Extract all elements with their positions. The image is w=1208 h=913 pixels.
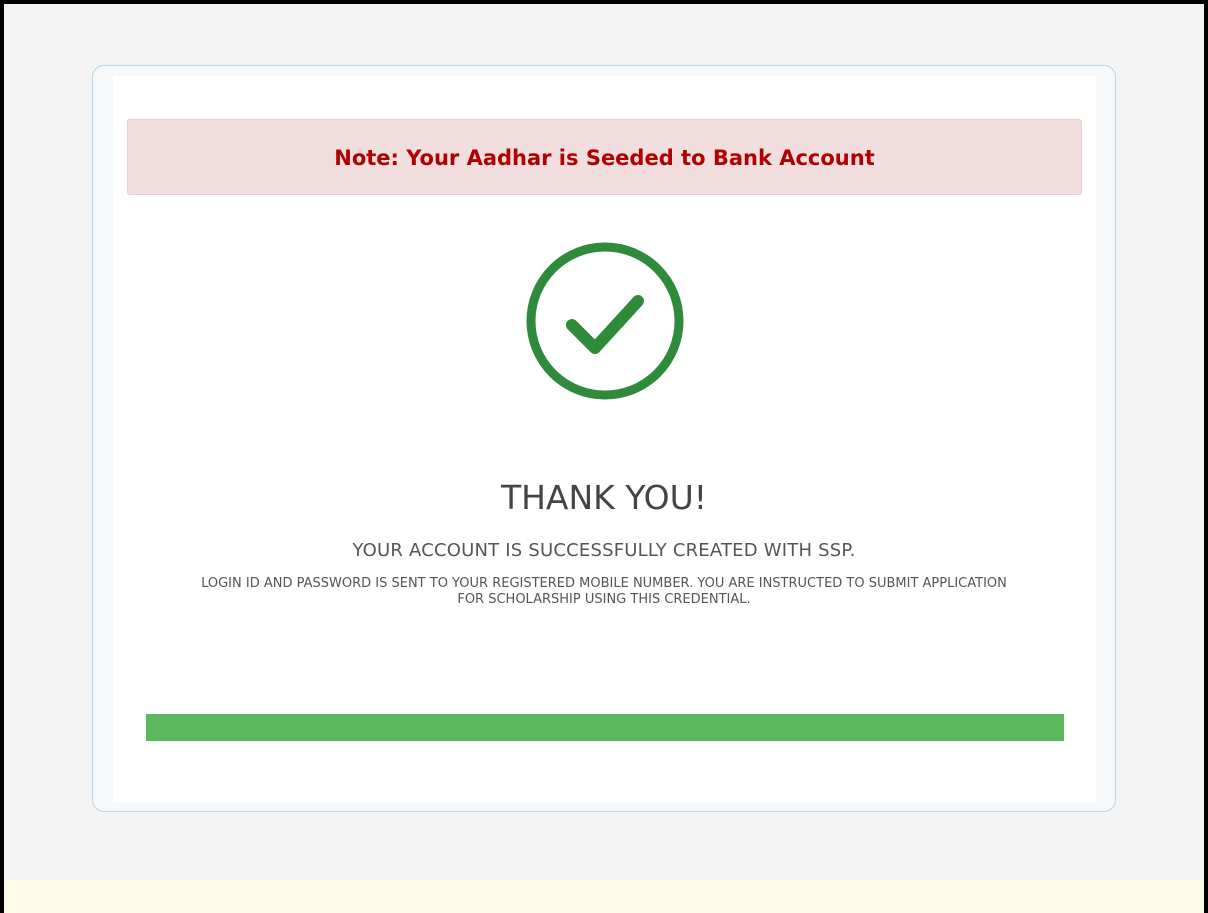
credential-instructions: LOGIN ID AND PASSWORD IS SENT TO YOUR RE… — [201, 576, 1007, 607]
aadhar-note-text: Note: Your Aadhar is Seeded to Bank Acco… — [334, 146, 875, 170]
success-card: Note: Your Aadhar is Seeded to Bank Acco… — [92, 65, 1116, 812]
aadhar-note-alert: Note: Your Aadhar is Seeded to Bank Acco… — [127, 119, 1082, 195]
account-created-message: YOUR ACCOUNT IS SUCCESSFULLY CREATED WIT… — [352, 540, 856, 561]
check-circle-icon — [525, 241, 685, 401]
progress-bar — [146, 714, 1064, 741]
progress-bar-fill — [146, 714, 1064, 741]
bottom-strip — [0, 880, 1208, 913]
thank-you-heading: THANK YOU! — [500, 478, 708, 517]
